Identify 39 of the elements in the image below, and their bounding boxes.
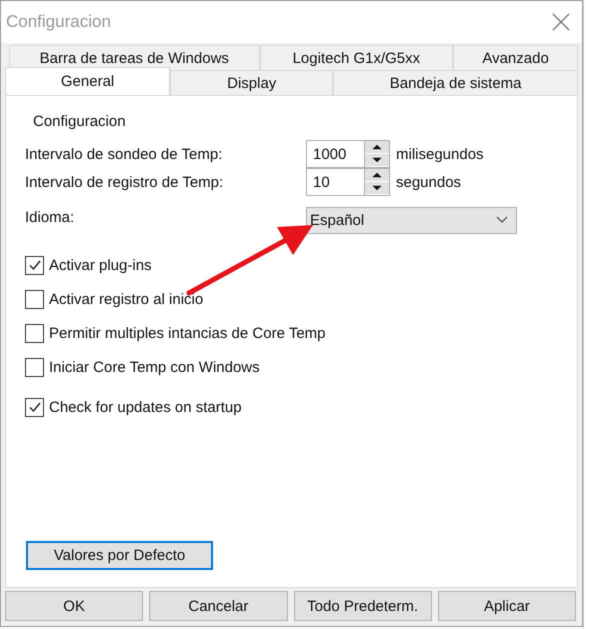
- defaults-button[interactable]: Valores por Defecto: [26, 541, 213, 570]
- close-icon[interactable]: [552, 13, 570, 31]
- tab[interactable]: Display: [170, 70, 334, 95]
- checkmark-icon: [28, 400, 42, 414]
- spin-down-icon[interactable]: [365, 154, 389, 167]
- field-label: Idioma:: [25, 208, 76, 226]
- checkbox-label[interactable]: Check for updates on startup: [49, 398, 242, 416]
- checkbox[interactable]: [25, 256, 44, 274]
- tab[interactable]: Avanzado: [453, 45, 578, 70]
- unit-label: milisegundos: [396, 146, 484, 162]
- checkbox-label[interactable]: Permitir multiples intancias de Core Temp: [49, 324, 326, 342]
- dialog-button[interactable]: Cancelar: [149, 591, 288, 621]
- spin-up-icon[interactable]: [365, 169, 389, 182]
- unit-label: segundos: [396, 174, 462, 190]
- tab[interactable]: Barra de tareas de Windows: [9, 45, 260, 70]
- dialog-button[interactable]: OK: [5, 591, 144, 621]
- checkbox[interactable]: [25, 398, 44, 416]
- group-title: Configuracion: [33, 113, 127, 132]
- checkbox[interactable]: [25, 358, 44, 376]
- dialog-button[interactable]: Aplicar: [438, 591, 576, 621]
- window-title: Configuracion: [6, 12, 111, 32]
- chevron-down-icon: [496, 216, 508, 224]
- spin-up-icon[interactable]: [365, 141, 389, 154]
- language-dropdown[interactable]: Español: [306, 206, 517, 234]
- checkmark-icon: [28, 258, 42, 272]
- checkbox-label[interactable]: Iniciar Core Temp con Windows: [49, 358, 260, 376]
- number-field[interactable]: 1000: [306, 140, 390, 168]
- tab[interactable]: General: [5, 67, 170, 95]
- field-label: Intervalo de sondeo de Temp:: [25, 146, 224, 162]
- field-label: Intervalo de registro de Temp:: [25, 174, 224, 190]
- number-field[interactable]: 10: [306, 168, 390, 196]
- checkbox[interactable]: [25, 324, 44, 342]
- spin-down-icon[interactable]: [365, 182, 389, 195]
- dialog-button[interactable]: Todo Predeterm.: [294, 591, 432, 621]
- tab[interactable]: Bandeja de sistema: [333, 70, 578, 95]
- checkbox-label[interactable]: Activar registro al inicio: [49, 290, 204, 308]
- tab[interactable]: Logitech G1x/G5xx: [260, 45, 454, 70]
- checkbox-label[interactable]: Activar plug-ins: [49, 256, 152, 274]
- checkbox[interactable]: [25, 290, 44, 308]
